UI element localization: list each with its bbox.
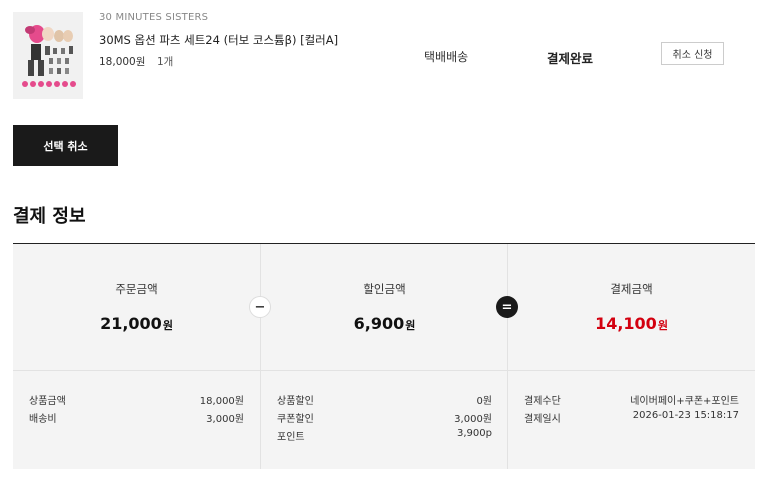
order-amount-number: 21,000	[100, 314, 162, 333]
order-amount-unit: 원	[162, 319, 173, 332]
payment-info-title: 결제 정보	[13, 206, 86, 227]
detail-value: 3,900p	[457, 428, 492, 439]
select-cancel-button[interactable]: 선택 취소	[13, 125, 118, 166]
payment-amount-value: 14,100원	[508, 314, 755, 333]
order-amount-column: 주문금액 21,000원 상품금액 18,000원 배송비 3,000원	[13, 244, 260, 469]
detail-label: 결제일시	[524, 414, 561, 425]
detail-value: 3,000원	[454, 414, 492, 425]
summary-divider	[13, 370, 755, 371]
payment-amount-unit: 원	[657, 319, 668, 332]
product-name[interactable]: 30MS 옵션 파츠 세트24 (터보 코스튬β) [컬러A]	[99, 32, 338, 48]
discount-amount-number: 6,900	[353, 314, 405, 333]
payment-amount-number: 14,100	[595, 314, 657, 333]
detail-value: 18,000원	[199, 396, 244, 407]
product-image	[13, 12, 83, 99]
detail-value: 네이버페이+쿠폰+포인트	[630, 396, 739, 407]
product-thumbnail[interactable]	[13, 12, 83, 99]
payment-amount-column: 결제금액 14,100원 결제수단 네이버페이+쿠폰+포인트 결제일시 2026-0…	[507, 244, 755, 469]
detail-label: 상품할인	[277, 396, 314, 407]
detail-label: 쿠폰할인	[277, 414, 314, 425]
discount-amount-unit: 원	[405, 319, 416, 332]
detail-value: 0원	[476, 396, 492, 407]
detail-value: 2026-01-23 15:18:17	[632, 410, 739, 421]
detail-value: 3,000원	[206, 414, 244, 425]
product-price: 18,000원	[99, 56, 146, 68]
order-amount-value: 21,000원	[13, 314, 260, 333]
detail-label: 결제수단	[524, 396, 561, 407]
detail-label: 포인트	[277, 432, 305, 443]
product-brand: 30 MINUTES SISTERS	[99, 12, 209, 23]
minus-icon: −	[249, 296, 271, 318]
order-amount-label: 주문금액	[115, 282, 158, 296]
discount-amount-label: 할인금액	[363, 282, 406, 296]
payment-summary-panel: 주문금액 21,000원 상품금액 18,000원 배송비 3,000원 할인금액 …	[13, 243, 755, 469]
cancel-request-button[interactable]: 취소 신청	[661, 42, 724, 65]
discount-amount-value: 6,900원	[261, 314, 508, 333]
payment-amount-label: 결제금액	[610, 282, 653, 296]
detail-label: 배송비	[29, 414, 57, 425]
shipping-method: 택배배송	[424, 50, 469, 64]
equals-icon: =	[496, 296, 518, 318]
discount-amount-column: 할인금액 6,900원 상품할인 0원 쿠폰할인 3,000원 포인트 3,900p	[260, 244, 508, 469]
product-quantity: 1개	[157, 56, 174, 68]
detail-label: 상품금액	[29, 396, 66, 407]
order-status: 결제완료	[547, 51, 594, 66]
